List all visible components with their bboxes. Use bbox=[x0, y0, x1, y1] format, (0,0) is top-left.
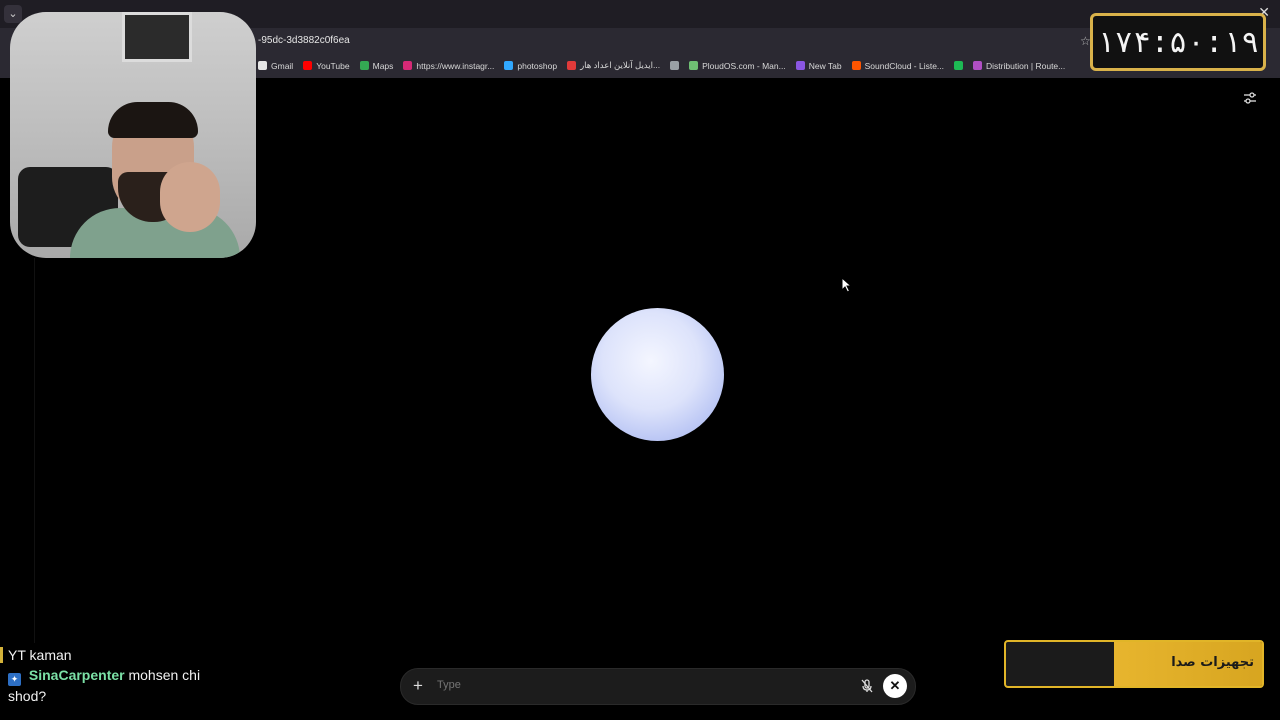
bookmark-favicon-icon bbox=[258, 61, 267, 70]
chevron-down-icon: ⌄ bbox=[8, 8, 18, 20]
bookmark-favicon-icon bbox=[359, 61, 369, 70]
bookmarks-list: Gmail YouTube Maps https://www.instagr... ph… bbox=[258, 60, 1065, 71]
add-button[interactable]: + bbox=[413, 676, 423, 696]
mouse-cursor-icon bbox=[841, 277, 853, 293]
bookmark-favicon-icon bbox=[567, 61, 577, 70]
bookmark-favicon-icon bbox=[670, 61, 680, 70]
banner-label: تجهیزات صدا bbox=[1171, 655, 1254, 670]
divider bbox=[34, 258, 35, 643]
bookmark-favicon-icon bbox=[851, 61, 861, 70]
bookmark-favicon-icon bbox=[973, 61, 983, 70]
chat-username: SinaCarpenter bbox=[28, 667, 125, 683]
bookmark-label: https://www.instagr... bbox=[416, 60, 495, 71]
chat-accent-bar bbox=[0, 647, 3, 663]
bookmark-item[interactable]: New Tab bbox=[795, 60, 842, 71]
sponsor-banner: تجهیزات صدا bbox=[1004, 640, 1264, 688]
webcam-overlay bbox=[10, 12, 256, 258]
wall-picture-frame bbox=[122, 12, 192, 62]
voice-orb bbox=[591, 308, 724, 441]
sliders-icon[interactable] bbox=[1242, 90, 1258, 106]
bookmark-label: Distribution | Route... bbox=[986, 60, 1066, 71]
mic-off-icon[interactable] bbox=[859, 678, 875, 694]
bookmark-item[interactable]: SoundCloud - Liste... bbox=[851, 60, 945, 71]
bookmark-label: Gmail bbox=[271, 60, 294, 71]
bookmark-item[interactable]: PloudOS.com - Man... bbox=[689, 60, 786, 71]
twitch-badge-icon: ✦ bbox=[8, 673, 21, 686]
bookmark-label: YouTube bbox=[316, 60, 350, 71]
bookmark-label: PloudOS.com - Man... bbox=[702, 60, 786, 71]
tab-menu-button[interactable]: ⌄ bbox=[4, 5, 22, 23]
bookmark-label: Maps bbox=[372, 60, 394, 71]
bookmark-favicon-icon bbox=[303, 61, 313, 70]
bookmark-item[interactable] bbox=[670, 60, 680, 71]
chat-overlay: YT kaman ✦ SinaCarpenter mohsen chi shod… bbox=[0, 645, 240, 706]
bookmark-item[interactable]: https://www.instagr... bbox=[403, 60, 494, 71]
chat-message-text: YT kaman bbox=[8, 647, 72, 663]
bookmark-label: photoshop bbox=[517, 60, 558, 71]
bookmark-item[interactable]: Distribution | Route... bbox=[973, 60, 1065, 71]
bookmark-label: SoundCloud - Liste... bbox=[864, 60, 945, 71]
bookmark-label: New Tab bbox=[808, 60, 842, 71]
bookmark-item[interactable]: Maps bbox=[359, 60, 394, 71]
bookmark-label: ایدیل آنلاین اعداد هار... bbox=[580, 60, 661, 70]
streamer-hand bbox=[160, 162, 220, 232]
chat-message: YT kaman bbox=[0, 645, 240, 665]
bookmark-item[interactable]: YouTube bbox=[303, 60, 350, 71]
streamer-hair bbox=[108, 102, 198, 138]
url-text[interactable]: -95dc-3d3882c0f6ea bbox=[258, 35, 350, 46]
bookmark-favicon-icon bbox=[403, 61, 413, 70]
bookmark-favicon-icon bbox=[689, 61, 699, 70]
bookmark-item[interactable]: Gmail bbox=[258, 60, 293, 71]
message-input[interactable] bbox=[435, 678, 849, 692]
chat-message: ✦ SinaCarpenter mohsen chi shod? bbox=[0, 665, 240, 706]
bookmark-favicon-icon bbox=[795, 61, 805, 70]
bookmark-item[interactable] bbox=[954, 60, 964, 71]
bookmark-item[interactable]: ایدیل آنلاین اعداد هار... bbox=[567, 60, 660, 71]
bookmark-favicon-icon bbox=[954, 61, 964, 70]
composer-bar: + ✕ bbox=[400, 668, 916, 705]
bookmark-item[interactable]: photoshop bbox=[504, 60, 557, 71]
bookmark-favicon-icon bbox=[504, 61, 514, 70]
timer-text: ۱۷۴:۵۰:۱۹ bbox=[1096, 24, 1260, 60]
end-voice-button[interactable]: ✕ bbox=[883, 674, 907, 698]
stream-timer: ۱۷۴:۵۰:۱۹ bbox=[1090, 13, 1266, 71]
